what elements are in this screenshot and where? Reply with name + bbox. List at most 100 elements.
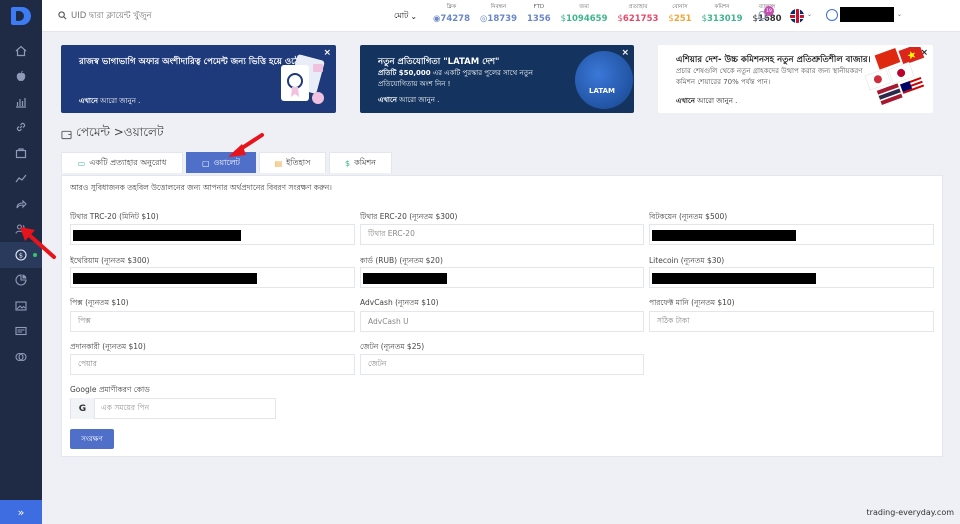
sidebar-item-media[interactable] bbox=[0, 293, 42, 319]
sidebar-item-links[interactable] bbox=[0, 115, 42, 141]
sidebar-expand-button[interactable]: » bbox=[0, 500, 42, 524]
field-label: টিথার ERC-20 (ন্যূনতম $300) bbox=[360, 212, 458, 221]
link-icon bbox=[16, 123, 26, 132]
litecoin-input[interactable] bbox=[649, 267, 934, 288]
google-auth-label: Google প্রমাণীকরণ কোড bbox=[70, 385, 150, 394]
field-label: AdvCash (ন্যূনতম $10) bbox=[360, 298, 439, 307]
user-name-redacted[interactable] bbox=[840, 7, 894, 22]
stat-item: প্রত্যাহার $621753 bbox=[613, 3, 664, 26]
banner-more-link[interactable]: এখানে আরো জানুন . bbox=[79, 95, 140, 107]
advcash-input[interactable]: AdvCash U bbox=[360, 311, 644, 332]
stat-value: ◎18739 bbox=[480, 14, 517, 24]
redacted-value bbox=[652, 273, 816, 284]
banner-title: নতুন প্রতিযোগিতা "LATAM দেশ" bbox=[378, 57, 500, 67]
wallet-icon: ▢ bbox=[201, 158, 210, 168]
user-avatar-icon[interactable] bbox=[826, 9, 838, 21]
banner-more-link[interactable]: এখানে আরো জানুন . bbox=[676, 95, 737, 107]
card-rub-input[interactable] bbox=[360, 267, 644, 288]
pie-chart-icon bbox=[15, 274, 27, 286]
tether-erc20-input[interactable]: টিথার ERC-20 bbox=[360, 224, 644, 245]
tab-label: ইতিহাস bbox=[286, 157, 311, 167]
sidebar-item-analytics[interactable] bbox=[0, 166, 42, 192]
stat-value: ◉74278 bbox=[433, 14, 470, 24]
perfect-money-input[interactable]: সঠিক টাকা bbox=[649, 311, 934, 332]
asian-flags-icon bbox=[864, 47, 926, 105]
stat-value: 1356 bbox=[527, 14, 551, 24]
tether-trc20-input[interactable] bbox=[70, 224, 355, 245]
wallet-icon bbox=[61, 130, 72, 139]
globe-icon: LATAM bbox=[575, 51, 633, 109]
chevron-down-icon[interactable]: ⌄ bbox=[807, 11, 812, 18]
google-auth-field[interactable]: G এক সময়ের পিন bbox=[70, 398, 276, 419]
annotation-arrow-icon bbox=[20, 227, 56, 259]
stat-item: নিবন্ধন ◎18739 bbox=[475, 3, 522, 26]
banner-more-link[interactable]: এখানে আরো জানুন . bbox=[378, 94, 439, 106]
home-icon bbox=[15, 45, 27, 56]
banner-subtitle: প্রতিটি $50,000 এর একটি পুরস্কার পুলের স… bbox=[378, 69, 533, 88]
stat-label: কমিশন bbox=[714, 4, 730, 10]
field-label: টিথার TRC-20 (মিনিট $10) bbox=[70, 212, 159, 221]
save-button[interactable]: সংরক্ষণ bbox=[70, 429, 114, 449]
redacted-value bbox=[73, 273, 257, 284]
field-placeholder: পেয়ার bbox=[78, 358, 97, 368]
search-box[interactable] bbox=[58, 10, 418, 21]
search-icon bbox=[58, 11, 67, 20]
bitcoin-input[interactable] bbox=[649, 224, 934, 245]
pix-input[interactable]: পিক্স bbox=[70, 311, 355, 332]
money-icon: ▭ bbox=[77, 158, 86, 168]
redacted-value bbox=[652, 230, 796, 241]
chevron-down-icon[interactable]: ⌄ bbox=[897, 11, 902, 18]
field-placeholder: জেটন bbox=[368, 358, 387, 368]
banner-latam-contest[interactable]: × নতুন প্রতিযোগিতা "LATAM দেশ" প্রতিটি $… bbox=[360, 45, 634, 113]
field-label: বিটকয়েন (ন্যূনতম $500) bbox=[649, 212, 728, 221]
tab-history[interactable]: ▤ ইতিহাস bbox=[259, 152, 326, 173]
sidebar-item-apple[interactable] bbox=[0, 64, 42, 90]
jeton-input[interactable]: জেটন bbox=[360, 354, 644, 375]
tab-commission[interactable]: $ কমিশন bbox=[329, 152, 392, 173]
sidebar-item-share[interactable] bbox=[0, 191, 42, 217]
stat-value: $313019 bbox=[701, 14, 743, 24]
watermark: trading-everyday.com bbox=[866, 508, 954, 517]
field-label: প্রদানকারী (ন্যূনতম $10) bbox=[70, 342, 146, 351]
tab-withdrawal-request[interactable]: ▭ একটি প্রত্যাহার অনুরোধ bbox=[61, 152, 183, 173]
stat-label: প্রত্যাহার bbox=[628, 4, 648, 10]
close-icon[interactable]: × bbox=[621, 48, 629, 58]
ethereum-input[interactable] bbox=[70, 267, 355, 288]
language-flag-icon[interactable] bbox=[790, 9, 804, 23]
stat-item: বোনাস $251 bbox=[663, 3, 696, 26]
brand-logo[interactable] bbox=[0, 0, 42, 32]
search-input[interactable] bbox=[71, 10, 271, 21]
apple-icon bbox=[16, 71, 26, 82]
stat-value: $621753 bbox=[617, 14, 659, 24]
stat-item: জমা $1094659 bbox=[556, 3, 613, 26]
notification-badge: 19 bbox=[764, 6, 774, 16]
banner-asia-markets[interactable]: × এশিয়ার দেশ- উচ্চ কমিশনসহ নতুন প্রতিশ্… bbox=[658, 45, 933, 113]
payeer-input[interactable]: পেয়ার bbox=[70, 354, 355, 375]
google-auth-input[interactable]: এক সময়ের পিন bbox=[95, 403, 149, 415]
stat-label: FTD bbox=[533, 4, 545, 10]
stat-label: বোনাস bbox=[672, 4, 688, 10]
stat-item: ক্লিক ◉74278 bbox=[428, 3, 475, 26]
sidebar-item-currency[interactable] bbox=[0, 344, 42, 370]
period-select[interactable]: মোট ⌄ bbox=[394, 10, 417, 23]
sidebar-item-tools[interactable] bbox=[0, 140, 42, 166]
field-label: জেটন (ন্যূনতম $25) bbox=[360, 342, 425, 351]
image-icon bbox=[15, 301, 27, 311]
sidebar-item-statistics[interactable] bbox=[0, 89, 42, 115]
briefcase-icon bbox=[15, 148, 27, 158]
period-label: মোট bbox=[394, 11, 409, 20]
sidebar-item-cards[interactable] bbox=[0, 319, 42, 345]
page-title-text: পেমেন্ট >ওয়ালেট bbox=[76, 125, 164, 139]
id-card-icon bbox=[15, 327, 27, 336]
banner-subtitle: প্রচার শেষগুলি থেকে নতুন গ্রাহকদের উত্থা… bbox=[676, 67, 863, 86]
sidebar-item-reports[interactable] bbox=[0, 268, 42, 294]
stats-bar: ক্লিক ◉74278 নিবন্ধন ◎18739 FTD 1356 জমা $10946… bbox=[428, 3, 787, 26]
banner-title: এশিয়ার দেশ- উচ্চ কমিশনসহ নতুন প্রতিশ্রু… bbox=[676, 55, 871, 65]
banner-revenue-share[interactable]: × রাজস্ব ভাগাভাগি অফার অংশীদারিত্ব পেমেন… bbox=[61, 45, 336, 113]
sidebar-item-home[interactable] bbox=[0, 38, 42, 64]
certificate-icon bbox=[281, 54, 325, 104]
wallet-hint: আরও সুবিধাজনক তহবিল উত্তোলনের জন্য আপনার… bbox=[70, 183, 332, 192]
page-title: পেমেন্ট >ওয়ালেট bbox=[61, 124, 164, 144]
notifications-button[interactable]: 19 bbox=[756, 6, 774, 23]
wallet-panel: আরও সুবিধাজনক তহবিল উত্তোলনের জন্য আপনার… bbox=[61, 175, 943, 457]
